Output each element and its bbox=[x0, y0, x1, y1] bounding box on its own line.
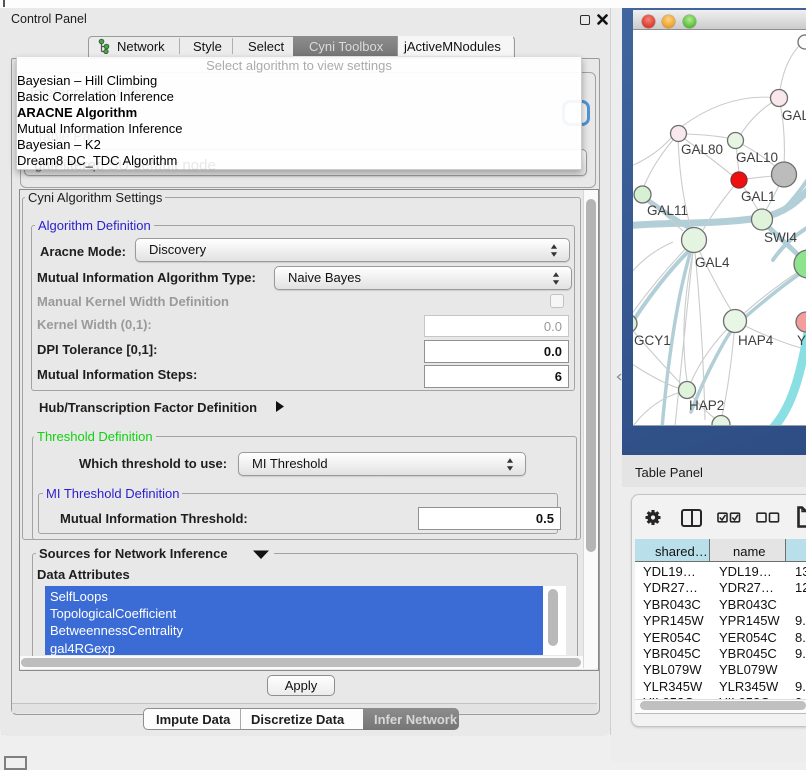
svg-text:GAL1: GAL1 bbox=[741, 189, 776, 204]
svg-text:GCY1: GCY1 bbox=[634, 333, 671, 348]
svg-text:SWI4: SWI4 bbox=[764, 230, 797, 245]
svg-text:GAL11: GAL11 bbox=[647, 203, 688, 218]
svg-text:GAL2: GAL2 bbox=[782, 108, 806, 123]
svg-text:GAL80: GAL80 bbox=[681, 142, 723, 157]
svg-text:GAL10: GAL10 bbox=[736, 150, 778, 165]
svg-text:GAL4: GAL4 bbox=[695, 255, 730, 270]
svg-text:HAP2: HAP2 bbox=[689, 398, 724, 413]
svg-text:YM: YM bbox=[797, 333, 806, 348]
svg-text:HAP4: HAP4 bbox=[738, 333, 774, 348]
